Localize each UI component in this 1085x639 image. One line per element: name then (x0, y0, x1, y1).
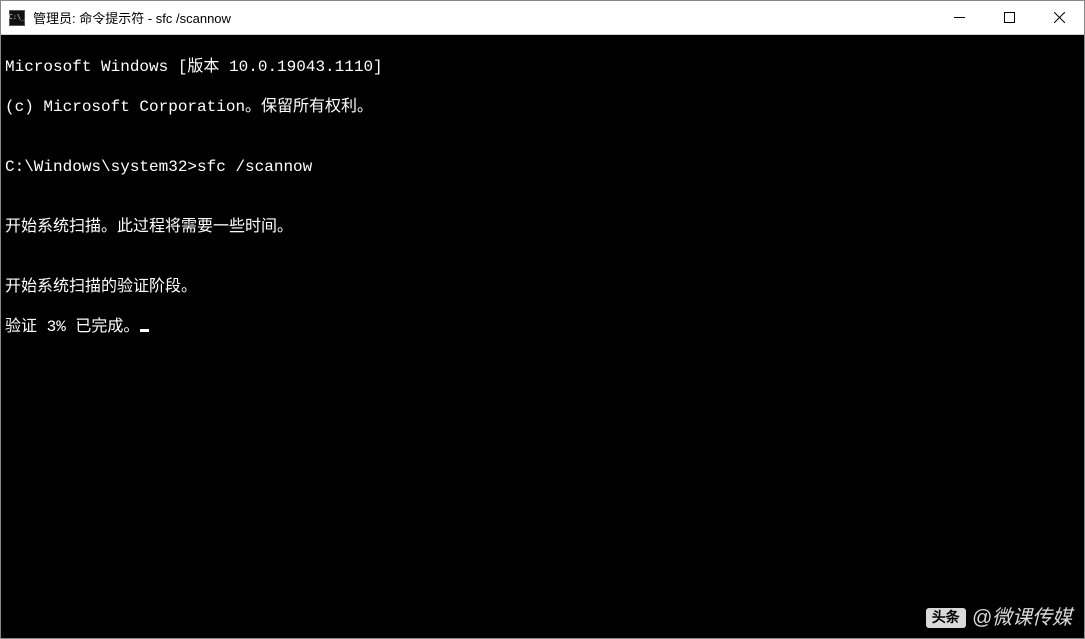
maximize-icon (1004, 12, 1015, 23)
minimize-icon (954, 12, 965, 23)
progress-text: 验证 3% 已完成。 (5, 318, 139, 336)
titlebar[interactable]: 管理员: 命令提示符 - sfc /scannow (1, 1, 1084, 35)
output-progress-line: 验证 3% 已完成。 (5, 317, 1080, 337)
output-line: (c) Microsoft Corporation。保留所有权利。 (5, 97, 1080, 117)
prompt-line: C:\Windows\system32>sfc /scannow (5, 157, 1080, 177)
watermark-text: @微课传媒 (972, 608, 1072, 628)
terminal-output[interactable]: Microsoft Windows [版本 10.0.19043.1110] (… (1, 35, 1084, 638)
window-title: 管理员: 命令提示符 - sfc /scannow (33, 8, 934, 27)
watermark-badge: 头条 (926, 608, 966, 627)
maximize-button[interactable] (984, 1, 1034, 34)
minimize-button[interactable] (934, 1, 984, 34)
output-line: Microsoft Windows [版本 10.0.19043.1110] (5, 57, 1080, 77)
cmd-window: 管理员: 命令提示符 - sfc /scannow Microsoft Wind… (0, 0, 1085, 639)
close-button[interactable] (1034, 1, 1084, 34)
output-line: 开始系统扫描的验证阶段。 (5, 277, 1080, 297)
window-controls (934, 1, 1084, 34)
cmd-icon (9, 10, 25, 26)
text-cursor (140, 329, 149, 332)
watermark: 头条 @微课传媒 (926, 608, 1072, 628)
output-line: 开始系统扫描。此过程将需要一些时间。 (5, 217, 1080, 237)
close-icon (1054, 12, 1065, 23)
